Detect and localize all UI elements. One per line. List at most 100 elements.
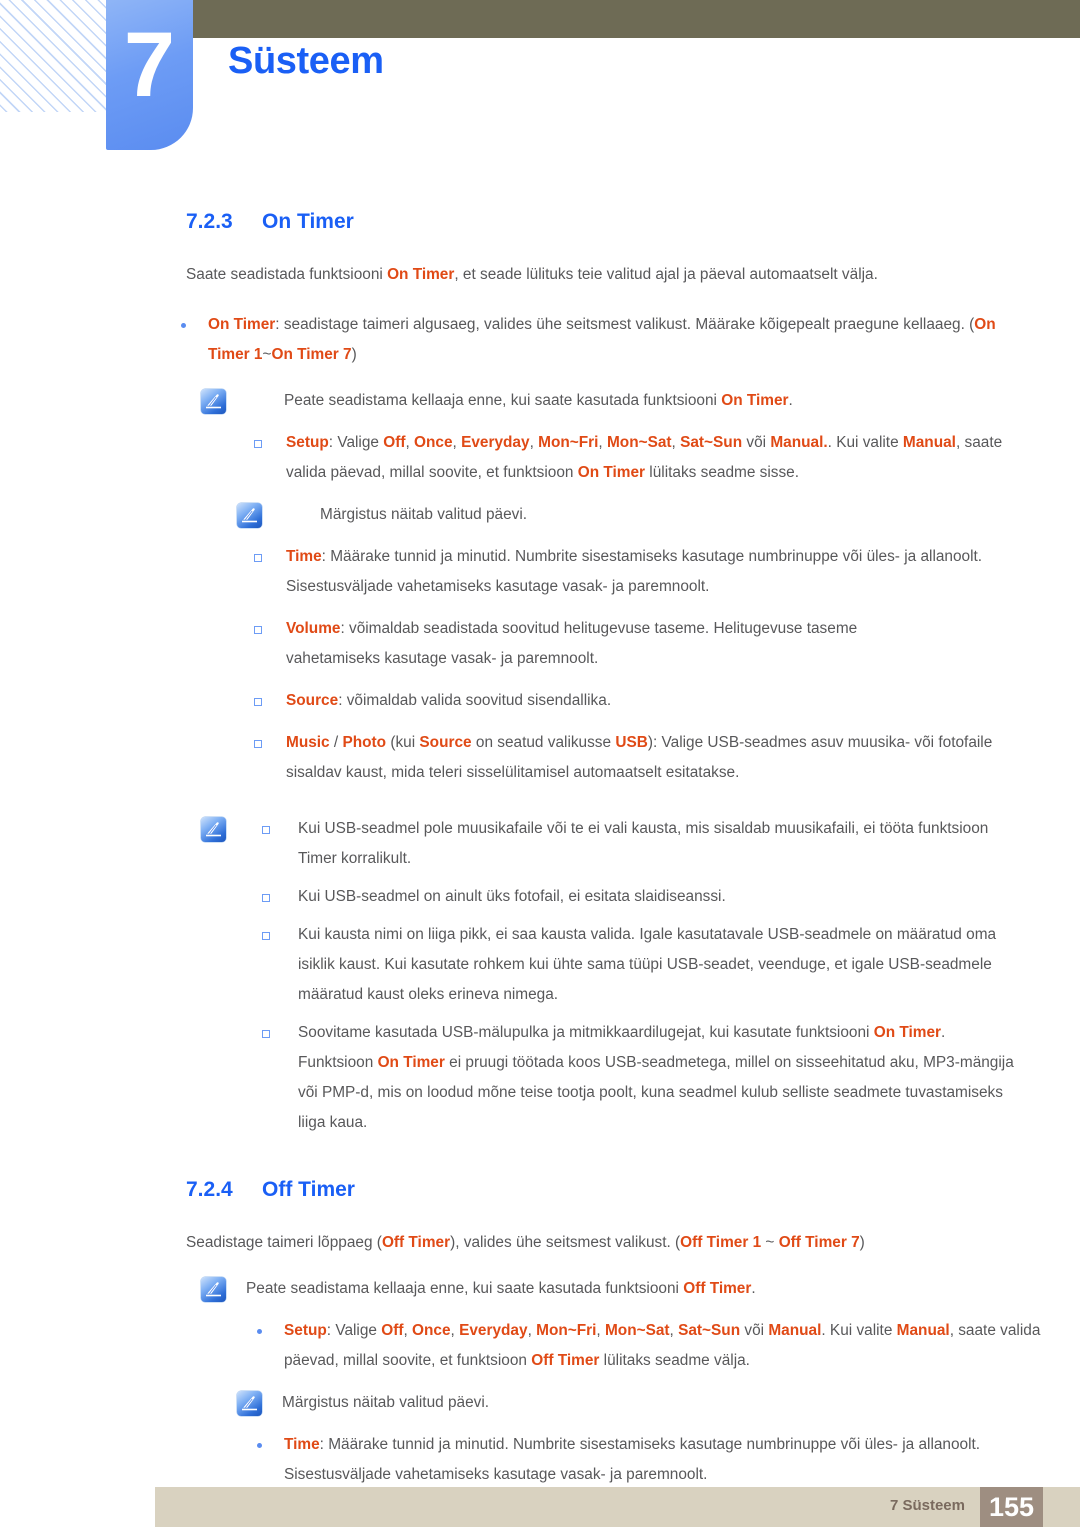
chapter-number: 7 <box>123 14 176 116</box>
highlight-on-timer-2: On Timer <box>377 1054 445 1071</box>
note-set-clock-off-timer: Peate seadistama kellaaja enne, kui saat… <box>0 1274 1080 1304</box>
note-pencil-icon <box>201 817 226 842</box>
text-lulitaks: lülitaks seadme välja. <box>599 1352 750 1369</box>
highlight-setup: Setup <box>286 434 329 451</box>
highlight-on-timer: On Timer <box>387 266 455 283</box>
bullet-square-icon <box>262 1030 270 1038</box>
sep-1: , <box>405 434 415 451</box>
highlight-on-timer: On Timer <box>873 1024 942 1041</box>
text-voi: või <box>740 1322 769 1339</box>
sep-3: , <box>527 1322 537 1339</box>
text-kui: (kui <box>386 734 420 751</box>
bullet-square-icon <box>254 554 262 562</box>
highlight-photo: Photo <box>342 734 387 751</box>
list-item-on-timer: On Timer: seadistage taimeri algusaeg, v… <box>0 310 1080 370</box>
bullet-dot-icon <box>257 1443 262 1448</box>
highlight-manual: Manual <box>768 1322 822 1339</box>
highlight-off-timer-7: Off Timer 7 <box>778 1234 860 1251</box>
sep-2: , <box>450 1322 460 1339</box>
highlight-mon-sat: Mon~Sat <box>604 1322 670 1339</box>
highlight-mon-fri: Mon~Fri <box>538 434 599 451</box>
highlight-source: Source <box>419 734 472 751</box>
highlight-sat-sun: Sat~Sun <box>678 1322 741 1339</box>
sep-1: , <box>403 1322 413 1339</box>
highlight-off: Off <box>381 1322 404 1339</box>
note-set-clock-on-timer: Peate seadistama kellaaja enne, kui saat… <box>0 386 1080 416</box>
section-number: 7.2.4 <box>186 1178 233 1201</box>
text-voi: või <box>742 434 771 451</box>
sep-2: , <box>452 434 462 451</box>
note-usb-text-1: Soovitame kasutada USB-mälupulka ja mitm… <box>298 1024 874 1041</box>
bullet-square-icon <box>262 826 270 834</box>
intro-paragraph: Saate seadistada funktsiooni On Timer, e… <box>186 260 1018 290</box>
note-text-1: Peate seadistama kellaaja enne, kui saat… <box>284 392 722 409</box>
chapter-tab: 7 <box>106 0 193 150</box>
note-marking-on-timer: Märgistus näitab valitud päevi. <box>0 500 1080 530</box>
note-usb-text: Kui USB-seadmel on ainult üks fotofail, … <box>298 888 726 905</box>
text-kui-valite: . Kui valite <box>827 434 903 451</box>
header-olive-bar <box>193 0 1080 38</box>
intro-text-1: Seadistage taimeri lõppaeg ( <box>186 1234 382 1251</box>
bullet-square-icon <box>254 698 262 706</box>
text-slash: / <box>329 734 343 751</box>
text-time-desc: : Määrake tunnid ja minutid. Numbrite si… <box>286 548 983 595</box>
sep-4: , <box>596 1322 605 1339</box>
bullet-square-icon <box>262 932 270 940</box>
bullet-square-icon <box>254 440 262 448</box>
page-content: 7.2.3 On Timer Saate seadistada funktsioo… <box>0 210 1080 1490</box>
note-text-2: . <box>751 1280 756 1297</box>
sep-5: , <box>671 434 681 451</box>
highlight-everyday: Everyday <box>459 1322 528 1339</box>
highlight-off: Off <box>383 434 406 451</box>
note-usb-item: Soovitame kasutada USB-mälupulka ja mitm… <box>262 1018 1018 1138</box>
note-pencil-icon <box>201 1277 226 1302</box>
note-pencil-icon <box>237 503 262 528</box>
section-heading-on-timer: 7.2.3 On Timer <box>186 210 1080 234</box>
intro-text-3: ~ <box>761 1234 779 1251</box>
highlight-on-timer: On Timer <box>721 392 789 409</box>
text-volume-desc: : võimaldab seadistada soovitud helituge… <box>286 620 858 667</box>
highlight-setup: Setup <box>284 1322 327 1339</box>
bullet-square-icon <box>254 626 262 634</box>
list-item-source-on-timer: Source: võimaldab valida soovitud sisend… <box>0 686 1080 716</box>
intro-text-4: ) <box>859 1234 865 1251</box>
sep-3: , <box>529 434 539 451</box>
highlight-manual-2: Manual <box>902 434 956 451</box>
text-lulitaks: lülitaks seadme sisse. <box>645 464 799 481</box>
note-usb-item: Kui kausta nimi on liiga pikk, ei saa ka… <box>262 920 1018 1010</box>
chapter-title: Süsteem <box>228 40 384 82</box>
note-marking-text: Märgistus näitab valitud päevi. <box>282 1394 490 1411</box>
highlight-mon-fri: Mon~Fri <box>536 1322 597 1339</box>
page-footer: 7 Süsteem 155 <box>155 1487 1080 1527</box>
highlight-everyday: Everyday <box>461 434 530 451</box>
highlight-music: Music <box>286 734 330 751</box>
highlight-manual: Manual. <box>770 434 828 451</box>
highlight-off-timer: Off Timer <box>531 1352 600 1369</box>
sep-4: , <box>598 434 607 451</box>
text-valige: : Valige <box>326 1322 382 1339</box>
text-source-desc: : võimaldab valida soovitud sisendallika… <box>338 692 612 709</box>
highlight-once: Once <box>412 1322 451 1339</box>
note-usb-item: Kui USB-seadmel pole muusikafaile või te… <box>262 814 1018 874</box>
bullet-square-icon <box>254 740 262 748</box>
note-pencil-icon <box>237 1391 262 1416</box>
text-on-seatud: on seatud valikusse <box>471 734 616 751</box>
list-item-setup-on-timer: Setup: Valige Off, Once, Everyday, Mon~F… <box>0 428 1080 488</box>
intro-text-2: ), valides ühe seitsmest valikust. ( <box>450 1234 681 1251</box>
intro-text-1: Saate seadistada funktsiooni <box>186 266 388 283</box>
sep-5: , <box>669 1322 679 1339</box>
highlight-source: Source <box>286 692 339 709</box>
list-item-music-photo-on-timer: Music / Photo (kui Source on seatud vali… <box>0 728 1080 788</box>
list-item-volume-on-timer: Volume: võimaldab seadistada soovitud he… <box>0 614 1080 674</box>
bullet-dot-icon <box>257 1329 262 1334</box>
text-paren-close: ) <box>351 346 357 363</box>
intro-paragraph-row: Saate seadistada funktsiooni On Timer, e… <box>0 260 1080 290</box>
highlight-off-timer-1: Off Timer 1 <box>680 1234 762 1251</box>
highlight-time: Time <box>284 1436 320 1453</box>
note-text-1: Peate seadistama kellaaja enne, kui saat… <box>246 1280 684 1297</box>
note-text-2: . <box>788 392 793 409</box>
section-title: On Timer <box>262 210 354 233</box>
highlight-volume: Volume <box>286 620 341 637</box>
note-marking-text: Märgistus näitab valitud päevi. <box>320 506 528 523</box>
highlight-on-timer: On Timer <box>208 316 276 333</box>
